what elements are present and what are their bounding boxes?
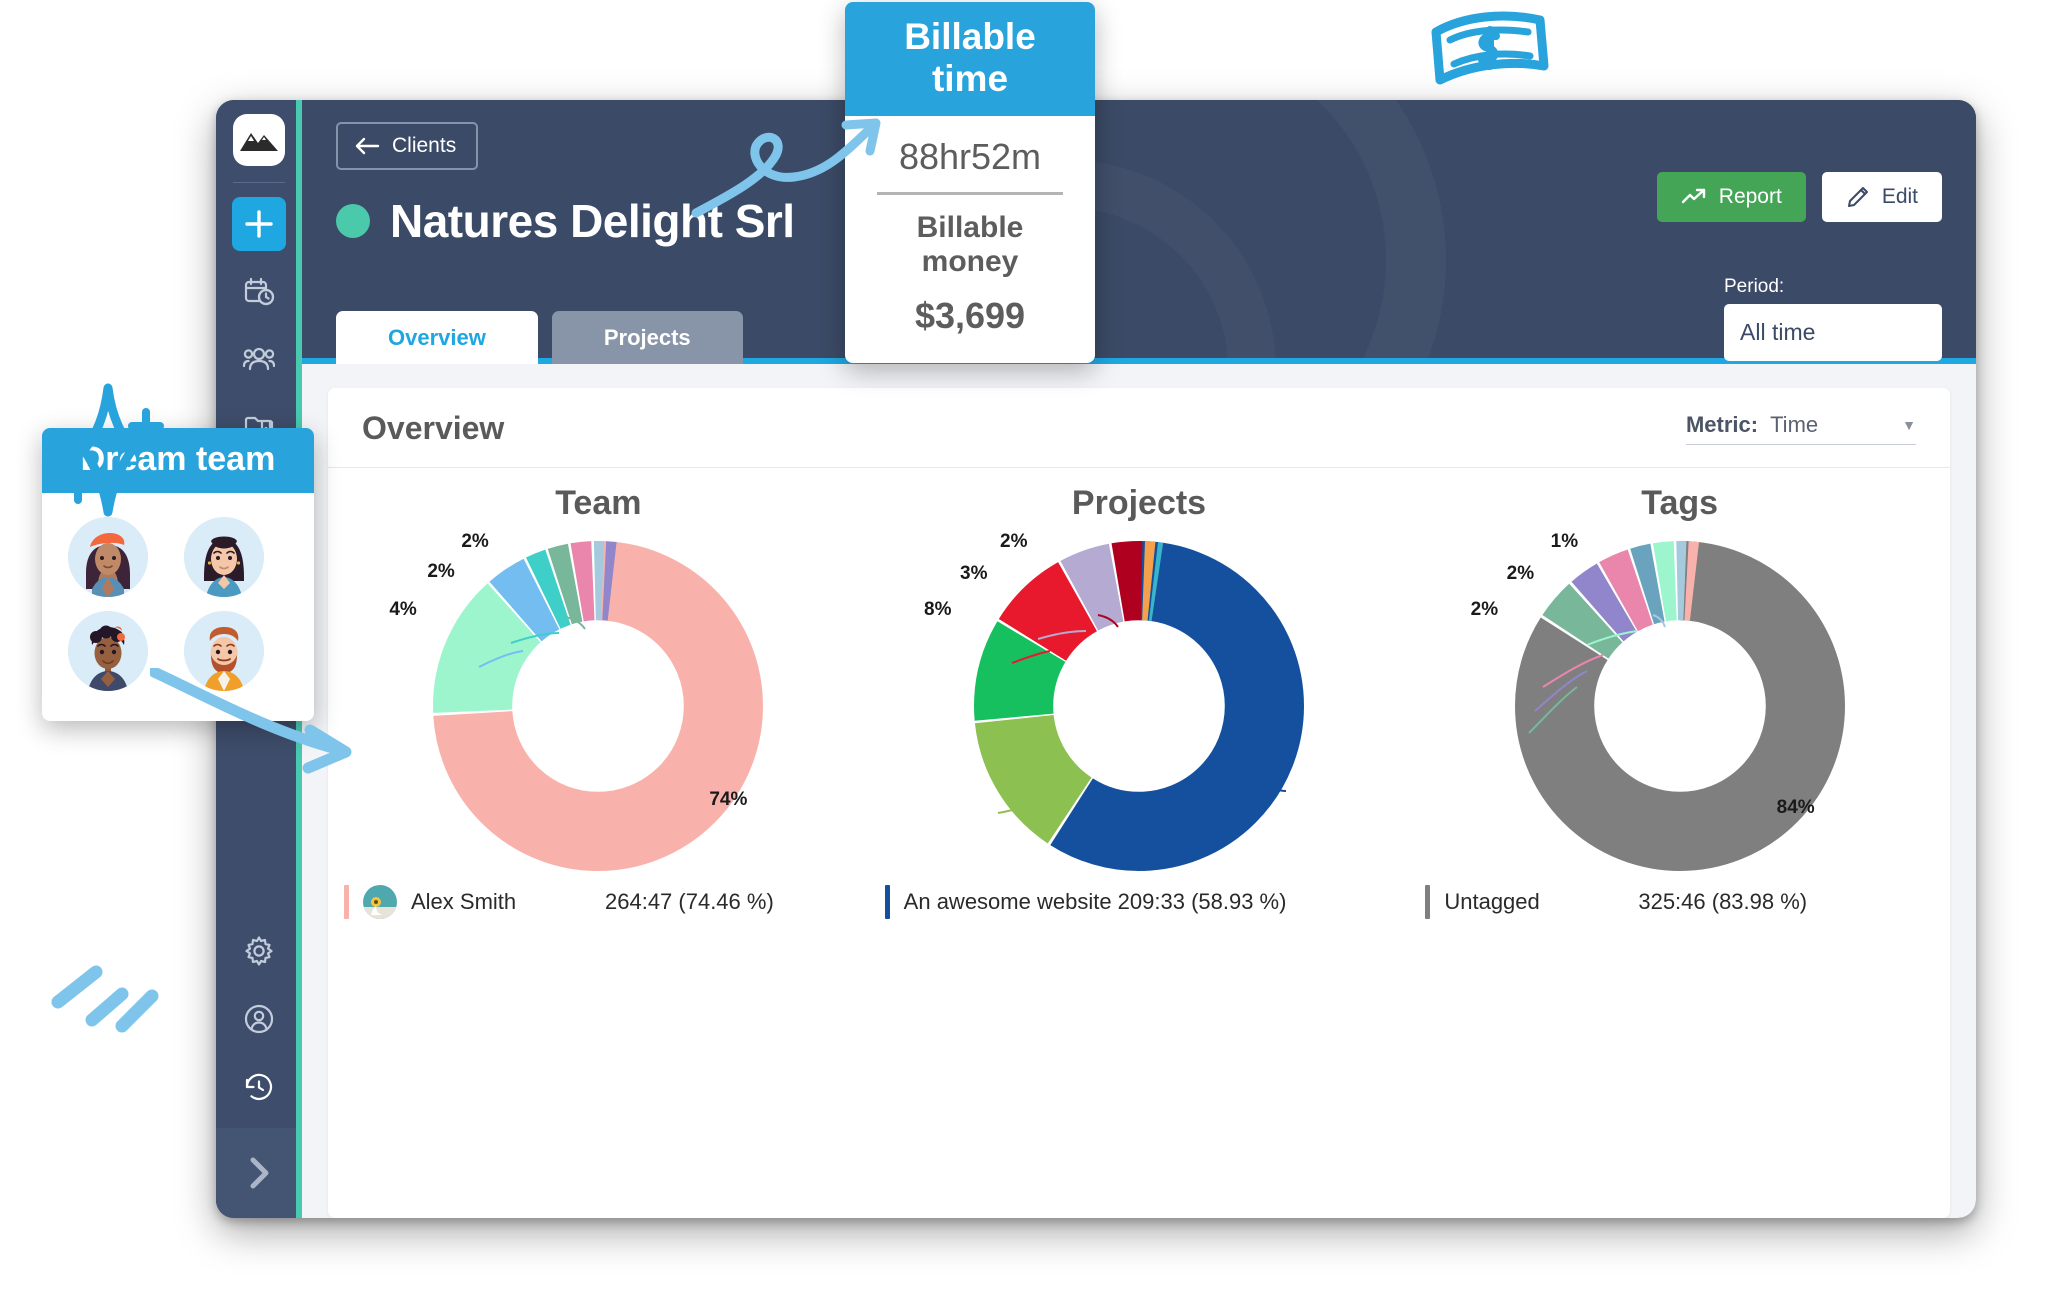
legend-row[interactable]: An awesome website 209:33 (58.93 %) [884,881,1394,923]
billable-callout-body: 88hr52m Billable money $3,699 [845,116,1095,363]
legend-value: 325:46 (83.98 %) [1638,889,1808,914]
calendar-clock-icon [244,277,275,306]
topbar: Clients Natures Delight Srl Report Edit … [302,100,1976,364]
legend-row[interactable]: Alex Smith 264:47 (74.46 %) [344,881,853,923]
people-icon [242,347,276,371]
sidebar-item-add[interactable] [232,197,286,251]
tab-projects[interactable]: Projects [551,311,743,364]
chart-tags-label-2: 2% [1506,563,1535,584]
metric-value: Time [1770,412,1819,437]
chevron-down-icon: ▼ [1902,417,1916,433]
edit-button[interactable]: Edit [1821,172,1942,222]
chart-projects-title: Projects [1071,484,1207,522]
legend-label: An awesome website 209:33 (58.93 %) [903,889,1287,914]
chart-tags-title: Tags [1641,484,1719,522]
chart-projects-label-1: 3% [960,563,988,584]
speed-lines-doodle [48,958,168,1063]
back-button-label: Clients [392,134,457,157]
legend-row[interactable]: Untagged 325:46 (83.98 %) [1425,881,1934,923]
plus-icon [245,210,273,238]
overview-card: Overview Metric: Time ▼ Team 74% 4% 2% 2… [328,388,1950,1218]
report-button[interactable]: Report [1656,172,1806,222]
sidebar-item-profile[interactable] [232,992,286,1046]
legend-value: 264:47 (74.46 %) [605,889,774,914]
chart-tags: Tags 84% 2% 2% 1% Untagged 325:46 (83.98… [1409,468,1950,1218]
avatar-woman-beret [68,517,148,597]
edit-button-label: Edit [1881,185,1918,208]
chart-team-title: Team [555,484,642,522]
period-selector: Period: All time [1724,276,1942,361]
avatar-man-beard [184,611,264,691]
mountain-logo-icon[interactable] [233,114,285,166]
chart-tags-label-0: 84% [1776,797,1815,818]
chart-tags-label-3: 1% [1550,531,1579,552]
chart-team-donut[interactable]: 74% 4% 2% 2% [389,531,764,871]
chart-team-label-2: 2% [427,561,455,582]
billable-money-value: $3,699 [914,295,1026,336]
avatar-woman-bob [184,517,264,597]
chart-team-label-0: 74% [709,789,748,810]
charts-row: Team 74% 4% 2% 2% Alex Smith 264:47 (74.… [328,468,1950,1218]
content-area: Overview Metric: Time ▼ Team 74% 4% 2% 2… [302,364,1976,1218]
sidebar-item-timesheet[interactable] [232,265,286,319]
chart-team-legend: Alex Smith 264:47 (74.46 %) [328,881,869,923]
dream-team-avatars [42,493,314,721]
overview-heading: Overview [362,410,505,446]
chart-tags-label-1: 2% [1470,599,1499,620]
sidebar-divider [233,182,285,183]
legend-color-bar [1425,885,1431,919]
metric-dropdown[interactable]: Metric: Time ▼ [1685,412,1916,445]
chart-tags-donut[interactable]: 84% 2% 2% 1% [1471,531,1845,871]
dream-team-callout-title: Dream team [42,428,314,493]
pencil-icon [1847,187,1868,207]
money-bill-doodle [1424,2,1554,102]
chart-team: Team 74% 4% 2% 2% Alex Smith 264:47 (74.… [328,468,869,1218]
period-label: Period: [1724,276,1785,297]
report-button-label: Report [1718,185,1782,208]
chart-projects-legend: An awesome website 209:33 (58.93 %) [869,881,1410,923]
chart-projects-label-0: 8% [924,599,952,620]
top-actions: Report Edit [1656,172,1942,222]
legend-label: Untagged [1444,889,1540,914]
tab-overview[interactable]: Overview [336,311,538,364]
chart-team-label-3: 2% [461,531,489,552]
chart-projects-label-2: 2% [1000,531,1028,552]
billable-time-value: 88hr52m [898,136,1042,177]
divider [877,192,1063,195]
overview-card-header: Overview Metric: Time ▼ [328,388,1950,468]
billable-callout-title: Billable time [845,2,1095,116]
chart-projects-donut[interactable]: 8% 3% 2% [924,531,1304,871]
legend-color-bar [884,885,890,919]
main-area: Clients Natures Delight Srl Report Edit … [302,100,1976,1218]
metric-label: Metric: [1685,412,1759,437]
billable-callout-card: Billable time 88hr52m Billable money $3,… [845,2,1095,363]
user-circle-icon [244,1004,274,1034]
chart-projects: Projects 8% 3% 2% An awesome website 209… [869,468,1410,1218]
trend-up-icon [1681,188,1705,204]
sidebar-expand-button[interactable] [216,1128,302,1218]
legend-color-bar [344,885,349,919]
sidebar-item-team[interactable] [232,333,286,387]
tab-bar: Overview Projects [336,311,743,364]
billable-money-label: Billable money [916,211,1024,278]
history-clock-icon [245,1073,273,1101]
dream-team-callout-card: Dream team [42,428,314,721]
avatar [363,885,397,919]
sidebar-item-history[interactable] [232,1060,286,1114]
chart-tags-legend: Untagged 325:46 (83.98 %) [1409,881,1950,923]
sidebar-item-settings[interactable] [232,924,286,978]
back-to-clients-button[interactable]: Clients [336,122,479,170]
avatar-man-curly [68,611,148,691]
page-title: Natures Delight Srl [390,195,795,247]
chart-team-label-1: 4% [389,599,417,620]
chevron-right-icon [250,1157,269,1189]
legend-label: Alex Smith [411,889,517,914]
arrow-left-icon [355,137,380,155]
gear-icon [245,936,273,966]
period-select[interactable]: All time [1724,304,1942,361]
app-window: Clients Natures Delight Srl Report Edit … [216,100,1976,1218]
client-status-dot [336,204,370,238]
sidebar-bottom [216,924,302,1218]
